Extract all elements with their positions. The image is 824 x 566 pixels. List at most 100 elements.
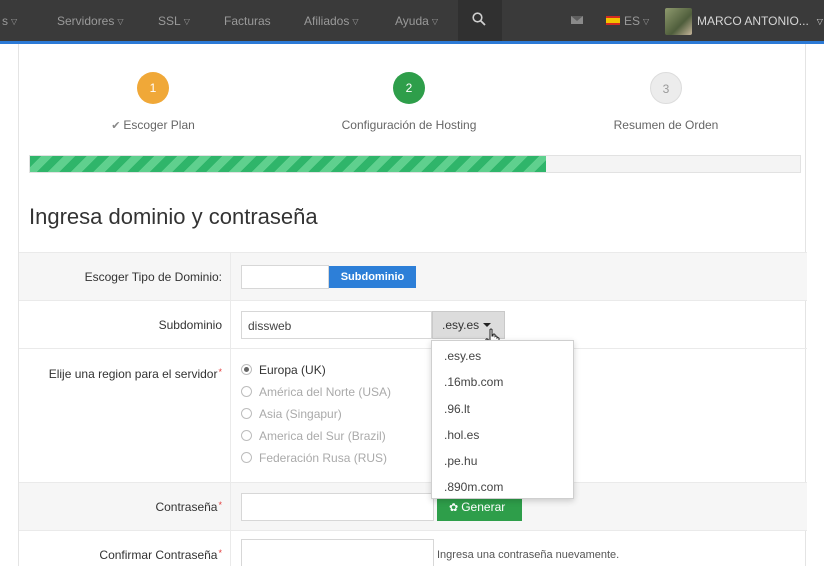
radio-icon — [241, 452, 252, 463]
step-configuracion-hosting: 2 Configuración de Hosting — [309, 72, 509, 132]
subdomain-input[interactable]: dissweb — [241, 311, 432, 339]
label-cell: Elije una region para el servidor* — [19, 349, 231, 482]
region-option-label: América del Norte (USA) — [259, 385, 392, 399]
step-label: Configuración de Hosting — [341, 118, 477, 132]
region-option-label: Federación Rusa (RUS) — [259, 451, 388, 465]
generate-label: Generar — [461, 500, 506, 514]
mail-icon[interactable] — [571, 16, 583, 24]
region-option-label: Europa (UK) — [259, 363, 326, 377]
caret-down-icon — [483, 323, 492, 327]
confirm-password-input[interactable] — [241, 539, 434, 566]
confirm-password-label-text: Confirmar Contraseña — [99, 548, 218, 562]
top-navbar: s ▽ Servidores ▽ SSL ▽ Facturas Afiliados ▽ … — [0, 0, 824, 44]
label-cell: Contraseña* — [19, 483, 231, 530]
label-cell: Confirmar Contraseña* — [19, 531, 231, 566]
region-label: Elije una region para el servidor* — [49, 367, 222, 381]
check-icon: ✔ — [111, 120, 121, 132]
chevron-down-icon: ▽ — [117, 17, 124, 26]
confirm-password-hint: Ingresa una contraseña nuevamente. — [437, 549, 620, 561]
region-option-label: America del Sur (Brazil) — [259, 429, 386, 443]
required-mark: * — [218, 367, 222, 377]
step-number: 2 — [405, 81, 413, 95]
step-number-badge: 2 — [393, 72, 425, 104]
radio-icon — [241, 386, 252, 397]
dropdown-option[interactable]: .890m.com — [444, 480, 503, 494]
nav-item-label: Ayuda — [395, 14, 429, 28]
domain-type-label: Escoger Tipo de Dominio: — [84, 270, 222, 284]
step-escoger-plan[interactable]: 1 ✔ Escoger Plan — [53, 72, 253, 132]
password-input[interactable] — [241, 493, 434, 521]
page-title: Ingresa dominio y contraseña — [29, 204, 318, 229]
step-label: ✔ Escoger Plan — [53, 118, 253, 132]
region-row: Elije una region para el servidor* Europ… — [19, 348, 807, 482]
language-selector[interactable]: ES ▽ — [624, 14, 649, 28]
domain-extension-value: .esy.es — [442, 318, 480, 332]
domain-extension-dropdown: .esy.es .16mb.com .96.lt .hol.es .pe.hu … — [431, 340, 574, 499]
step-number: 1 — [149, 81, 157, 95]
radio-icon — [241, 408, 252, 419]
dropdown-option[interactable]: .esy.es — [444, 349, 481, 363]
nav-item-afiliados[interactable]: Afiliados ▽ — [304, 14, 359, 28]
region-option-rusia[interactable]: Federación Rusa (RUS) — [241, 451, 387, 465]
dropdown-option[interactable]: .96.lt — [444, 402, 470, 416]
subdomain-label: Subdominio — [158, 318, 222, 332]
step-number-badge: 3 — [650, 72, 682, 104]
radio-icon — [241, 430, 252, 441]
nav-item-ayuda[interactable]: Ayuda ▽ — [395, 14, 438, 28]
region-label-text: Elije una region para el servidor — [48, 367, 218, 381]
step-label-text: Escoger Plan — [123, 118, 195, 132]
confirm-password-row: Confirmar Contraseña* Ingresa una contra… — [19, 530, 807, 566]
search-icon — [472, 12, 486, 26]
dropdown-option[interactable]: .pe.hu — [444, 454, 477, 468]
nav-item-ssl[interactable]: SSL ▽ — [158, 14, 190, 28]
chevron-down-icon: ▽ — [816, 17, 823, 26]
subdominio-option-button[interactable]: Subdominio — [329, 266, 416, 288]
subdomain-row: Subdominio dissweb .esy.es — [19, 300, 807, 348]
language-label: ES — [624, 14, 641, 28]
dropdown-option[interactable]: .hol.es — [444, 428, 479, 442]
nav-item-truncated[interactable]: s ▽ — [2, 14, 17, 28]
progress-bar — [29, 155, 801, 173]
chevron-down-icon: ▽ — [643, 17, 650, 26]
progress-fill — [30, 156, 546, 172]
region-option-america-norte[interactable]: América del Norte (USA) — [241, 385, 391, 399]
region-option-label: Asia (Singapur) — [259, 407, 342, 421]
gear-icon: ✿ — [449, 502, 459, 514]
region-option-europa[interactable]: Europa (UK) — [241, 363, 326, 377]
nav-item-label: Facturas — [224, 14, 271, 28]
region-option-america-sur[interactable]: America del Sur (Brazil) — [241, 429, 386, 443]
step-label: Resumen de Orden — [613, 118, 719, 132]
region-option-asia[interactable]: Asia (Singapur) — [241, 407, 342, 421]
confirm-password-label: Confirmar Contraseña* — [99, 548, 222, 562]
password-label: Contraseña* — [155, 500, 222, 514]
nav-item-facturas[interactable]: Facturas — [224, 14, 271, 28]
domain-type-row: Escoger Tipo de Dominio: Subdominio — [19, 252, 807, 300]
spain-flag-icon[interactable] — [606, 16, 620, 25]
user-name: MARCO ANTONIO... — [697, 14, 809, 28]
chevron-down-icon: ▽ — [431, 17, 438, 26]
nav-item-label: Servidores — [57, 14, 115, 28]
radio-selected-icon — [241, 364, 252, 375]
password-row: Contraseña* ✿ Generar — [19, 482, 807, 530]
required-mark: * — [218, 548, 222, 558]
domain-type-field[interactable] — [241, 265, 329, 289]
label-cell: Escoger Tipo de Dominio: — [19, 253, 231, 300]
nav-item-label: s — [2, 14, 8, 28]
search-button[interactable] — [458, 0, 502, 41]
chevron-down-icon: ▽ — [11, 17, 18, 26]
password-label-text: Contraseña — [155, 500, 218, 514]
dropdown-option[interactable]: .16mb.com — [444, 375, 503, 389]
required-mark: * — [218, 500, 222, 510]
nav-item-label: SSL — [158, 14, 181, 28]
chevron-down-icon: ▽ — [183, 17, 190, 26]
step-resumen-orden: 3 Resumen de Orden — [566, 72, 766, 132]
chevron-down-icon: ▽ — [352, 17, 359, 26]
user-menu[interactable]: MARCO ANTONIO... ▽ — [697, 14, 823, 28]
step-number: 3 — [662, 82, 670, 96]
order-card: 1 ✔ Escoger Plan 2 Configuración de Hosti… — [18, 44, 807, 566]
nav-item-label: Afiliados — [304, 14, 350, 28]
avatar[interactable] — [665, 8, 692, 35]
label-cell: Subdominio — [19, 301, 231, 348]
step-number-badge: 1 — [137, 72, 169, 104]
nav-item-servidores[interactable]: Servidores ▽ — [57, 14, 124, 28]
